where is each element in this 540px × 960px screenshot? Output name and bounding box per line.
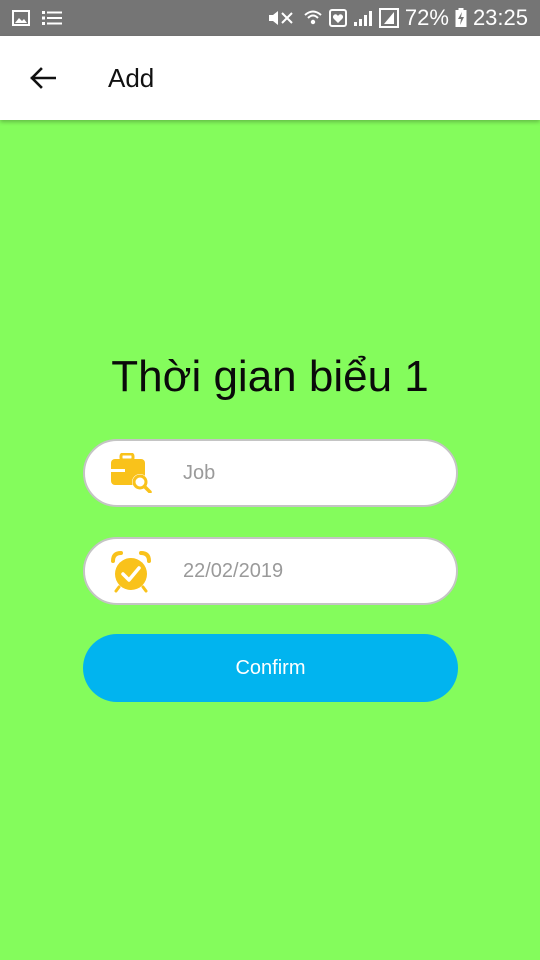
heart-shield-icon xyxy=(328,9,347,27)
image-icon xyxy=(12,10,30,26)
briefcase-search-icon xyxy=(109,451,153,495)
status-time: 23:25 xyxy=(472,5,528,30)
app-bar: Add xyxy=(0,36,540,120)
mute-icon xyxy=(267,8,297,28)
job-field[interactable] xyxy=(83,439,458,507)
status-bar-left xyxy=(12,10,74,26)
date-input[interactable] xyxy=(183,559,423,583)
battery-percent: 72% xyxy=(404,5,449,30)
sim-icon xyxy=(378,8,399,28)
confirm-button[interactable]: Confirm xyxy=(83,634,458,702)
status-bar-right: 72% 23:25 xyxy=(261,5,528,31)
status-bar: 72% 23:25 xyxy=(0,0,540,36)
wifi-icon xyxy=(303,8,323,28)
page-title: Add xyxy=(108,62,155,93)
arrow-left-icon xyxy=(30,67,56,89)
date-field[interactable] xyxy=(83,537,458,605)
job-input[interactable] xyxy=(183,461,423,485)
alarm-clock-check-icon xyxy=(109,549,153,593)
signal-icon xyxy=(353,9,373,27)
list-icon xyxy=(42,10,62,26)
schedule-heading: Thời gian biểu 1 xyxy=(111,352,429,401)
back-button[interactable] xyxy=(15,50,71,106)
battery-charging-icon xyxy=(455,8,467,28)
